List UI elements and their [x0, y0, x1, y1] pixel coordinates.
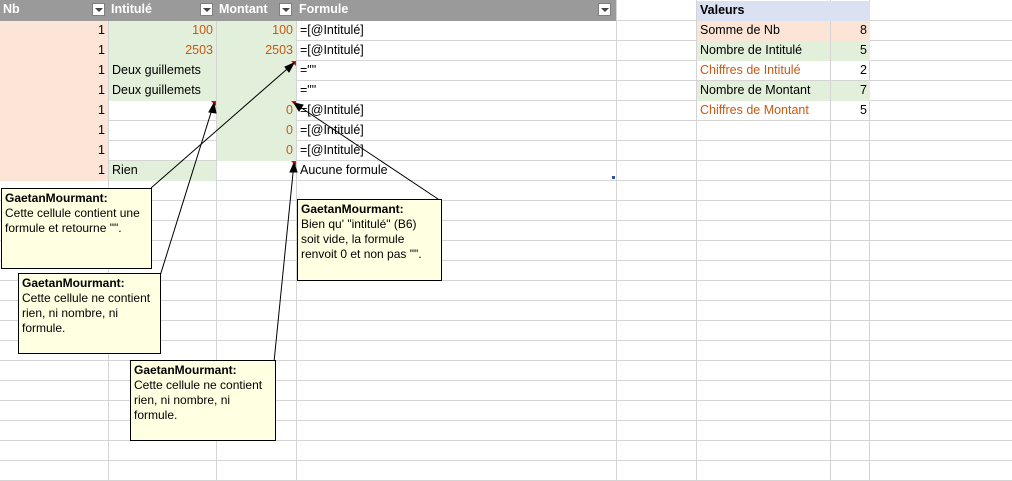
comment-author: GaetanMourmant:: [301, 202, 404, 216]
cell-nb[interactable]: 1: [0, 81, 108, 101]
pivot-label[interactable]: Chiffres de Montant: [697, 101, 830, 121]
header-formule-label: Formule: [299, 2, 349, 16]
comment-author: GaetanMourmant:: [5, 191, 108, 205]
filter-dropdown-icon[interactable]: [598, 3, 611, 16]
cell-montant[interactable]: 0: [217, 121, 296, 141]
pivot-value[interactable]: 5: [831, 41, 870, 61]
cell-formule[interactable]: ="": [297, 81, 616, 101]
cell-montant[interactable]: 0: [217, 141, 296, 161]
cell-formule[interactable]: =[@Intitulé]: [297, 121, 616, 141]
pivot-label[interactable]: Chiffres de Intitulé: [697, 61, 830, 81]
filter-dropdown-icon[interactable]: [92, 3, 105, 16]
cell-nb[interactable]: 1: [0, 121, 108, 141]
comment-box[interactable]: GaetanMourmant: Cette cellule contient u…: [1, 188, 152, 269]
comment-text: Cette cellule ne contient rien, ni nombr…: [134, 378, 263, 422]
comment-box[interactable]: GaetanMourmant: Cette cellule ne contien…: [18, 273, 161, 354]
comment-indicator-icon[interactable]: [291, 161, 296, 166]
filter-dropdown-icon[interactable]: [279, 3, 292, 16]
header-intitule-label: Intitulé: [111, 2, 152, 16]
cell-intitule[interactable]: [109, 101, 216, 121]
comment-text: Bien qu' "intitulé" (B6) soit vide, la f…: [301, 217, 422, 261]
cell-formule[interactable]: =[@Intitulé]: [297, 41, 616, 61]
header-nb[interactable]: Nb: [0, 0, 108, 21]
cell-intitule[interactable]: [109, 141, 216, 161]
filter-dropdown-icon[interactable]: [200, 3, 213, 16]
cell-intitule[interactable]: 2503: [109, 41, 216, 61]
header-montant[interactable]: Montant: [216, 0, 296, 21]
pivot-header[interactable]: Valeurs: [697, 1, 870, 21]
cell-nb[interactable]: 1: [0, 141, 108, 161]
pivot-label[interactable]: Nombre de Montant: [697, 81, 830, 101]
cell-intitule[interactable]: Rien: [109, 161, 216, 181]
cell-intitule[interactable]: 100: [109, 21, 216, 41]
cell-formule[interactable]: ="": [297, 61, 616, 81]
header-intitule[interactable]: Intitulé: [108, 0, 216, 21]
header-montant-label: Montant: [219, 2, 268, 16]
pivot-value[interactable]: 2: [831, 61, 870, 81]
cell-montant[interactable]: 2503: [217, 41, 296, 61]
cell-formule[interactable]: =[@Intitulé]: [297, 21, 616, 41]
cell-nb[interactable]: 1: [0, 101, 108, 121]
pivot-header-label: Valeurs: [700, 3, 745, 17]
comment-text: Cette cellule ne contient rien, ni nombr…: [22, 291, 151, 335]
cell-nb[interactable]: 1: [0, 41, 108, 61]
pivot-label[interactable]: Nombre de Intitulé: [697, 41, 830, 61]
pivot-value[interactable]: 7: [831, 81, 870, 101]
header-nb-label: Nb: [3, 2, 20, 16]
cell-montant[interactable]: 0: [217, 101, 296, 121]
comment-indicator-icon[interactable]: [211, 101, 216, 106]
comment-indicator-icon[interactable]: [291, 101, 296, 106]
cell-intitule[interactable]: Deux guillemets: [109, 61, 216, 81]
pivot-label[interactable]: Somme de Nb: [697, 21, 830, 41]
comment-box[interactable]: GaetanMourmant: Bien qu' "intitulé" (B6)…: [297, 199, 442, 281]
cell-nb[interactable]: 1: [0, 161, 108, 181]
pivot-value[interactable]: 8: [831, 21, 870, 41]
cell-montant[interactable]: [217, 61, 296, 81]
cell-montant[interactable]: [217, 161, 296, 181]
header-formule[interactable]: Formule: [296, 0, 616, 21]
cell-intitule[interactable]: [109, 121, 216, 141]
pivot-value[interactable]: 5: [831, 101, 870, 121]
cell-formule[interactable]: =[@Intitulé]: [297, 141, 616, 161]
comment-text: Cette cellule contient une formule et re…: [5, 206, 140, 235]
cell-formule[interactable]: Aucune formule: [297, 161, 616, 181]
cell-nb[interactable]: 1: [0, 61, 108, 81]
cell-nb[interactable]: 1: [0, 21, 108, 41]
cell-formule[interactable]: =[@Intitulé]: [297, 101, 616, 121]
comment-box[interactable]: GaetanMourmant: Cette cellule ne contien…: [130, 360, 276, 441]
cell-montant[interactable]: [217, 81, 296, 101]
comment-author: GaetanMourmant:: [134, 363, 237, 377]
cell-intitule[interactable]: Deux guillemets: [109, 81, 216, 101]
cell-montant[interactable]: 100: [217, 21, 296, 41]
comment-author: GaetanMourmant:: [22, 276, 125, 290]
table-resize-handle[interactable]: [612, 176, 615, 179]
comment-indicator-icon[interactable]: [291, 61, 296, 66]
